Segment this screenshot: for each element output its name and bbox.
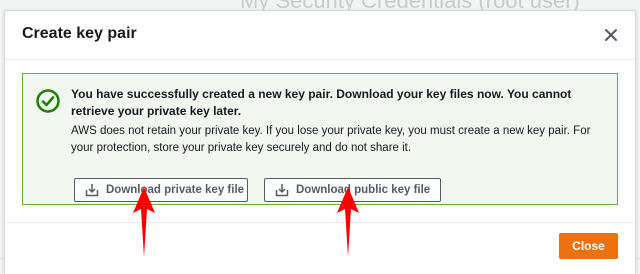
close-icon[interactable] <box>600 24 622 46</box>
success-alert: You have successfully created a new key … <box>22 73 618 205</box>
red-arrow-annotation <box>337 187 359 257</box>
download-private-key-button[interactable]: Download private key file <box>74 178 248 202</box>
dialog-header: Create key pair <box>5 11 635 60</box>
alert-heading: You have successfully created a new key … <box>71 87 572 118</box>
download-icon <box>85 183 99 197</box>
red-arrow-annotation <box>133 187 155 257</box>
download-icon <box>275 183 289 197</box>
dialog-title: Create key pair <box>22 25 137 42</box>
download-private-key-label: Download private key file <box>106 184 245 196</box>
close-button[interactable]: Close <box>559 233 618 259</box>
page: My Security Credentials (root user) Crea… <box>0 0 640 274</box>
download-public-key-label: Download public key file <box>296 184 431 196</box>
create-key-pair-dialog: Create key pair You have successfully cr… <box>4 10 636 274</box>
dialog-footer-divider <box>5 222 635 223</box>
check-circle-icon <box>35 88 61 114</box>
alert-body: AWS does not retain your private key. If… <box>71 125 591 154</box>
